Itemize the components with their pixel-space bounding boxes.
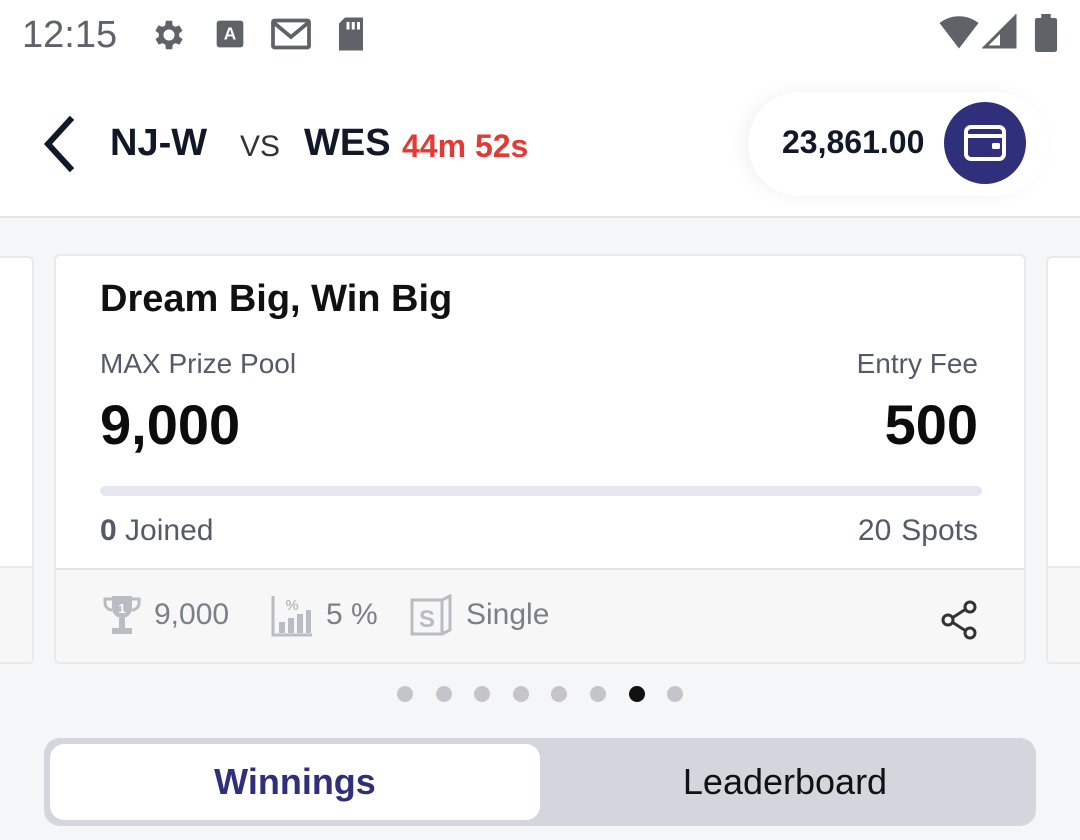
entry-type: Single <box>466 598 550 631</box>
prize-pool-label: MAX Prize Pool <box>100 348 297 379</box>
pager-dot[interactable] <box>474 686 491 702</box>
tab-winnings[interactable]: Winnings <box>50 744 540 820</box>
previous-contest-card[interactable] <box>0 256 34 664</box>
team1-name: NJ-W <box>110 122 208 164</box>
prize-pool-value: 9,000 <box>100 393 241 456</box>
winners-percent-icon: % <box>271 596 312 637</box>
entry-fee-value: 500 <box>884 393 978 456</box>
signal-icon <box>982 14 1017 49</box>
joined-label: Joined <box>125 514 214 547</box>
status-bar: 12:15 A <box>0 0 1080 70</box>
wifi-icon <box>939 16 979 49</box>
gmail-icon <box>271 18 311 50</box>
svg-text:S: S <box>419 606 435 633</box>
entry-fee-label: Entry Fee <box>856 348 978 379</box>
contest-card[interactable]: Dream Big, Win Big MAX Prize Pool Entry … <box>54 254 1026 664</box>
next-contest-card[interactable] <box>1046 256 1080 664</box>
match-countdown: 44m 52s <box>402 128 529 164</box>
svg-text:1: 1 <box>118 601 125 616</box>
gear-icon <box>155 20 183 50</box>
keyboard-a-icon: A <box>216 20 244 48</box>
contest-title: Dream Big, Win Big <box>100 278 453 320</box>
segmented-tabs: Winnings Leaderboard <box>44 738 1036 826</box>
contest-card-footer: 1 9,000 % 5 % S Single <box>56 568 1024 662</box>
spots-label: Spots <box>901 514 978 547</box>
wallet-button[interactable] <box>944 102 1026 184</box>
share-icon[interactable] <box>940 600 980 640</box>
svg-text:%: % <box>285 597 298 614</box>
team2-name: WES <box>304 122 391 164</box>
vs-label: VS <box>240 130 281 163</box>
svg-text:A: A <box>224 23 237 43</box>
pager-dot[interactable] <box>397 686 413 702</box>
single-entry-icon: S <box>410 594 452 636</box>
wallet-balance-pill[interactable]: 23,861.00 <box>748 92 1048 196</box>
tab-leaderboard[interactable]: Leaderboard <box>540 744 1030 820</box>
joined-number: 0 <box>100 514 117 547</box>
spots-progress-bar <box>100 486 982 496</box>
pager-dot[interactable] <box>667 686 684 702</box>
winners-percent: 5 % <box>326 598 378 631</box>
sd-card-icon <box>339 17 363 51</box>
pager-dot[interactable] <box>512 686 529 702</box>
spots-number: 20 <box>857 514 892 547</box>
total-spots: 20 Spots <box>858 514 978 548</box>
joined-count: 0 Joined <box>100 514 213 548</box>
pager-dot[interactable] <box>628 686 645 702</box>
battery-icon <box>1034 14 1058 52</box>
back-arrow-icon[interactable] <box>36 114 86 174</box>
first-prize-amount: 9,000 <box>154 598 230 631</box>
pager-dot[interactable] <box>551 686 568 702</box>
status-time: 12:15 <box>22 14 118 56</box>
pager-dot[interactable] <box>590 686 606 702</box>
carousel-pager <box>0 686 1080 706</box>
trophy-icon: 1 <box>103 596 141 634</box>
match-header: NJ-W VS WES 44m 52s 23,861.00 <box>0 70 1080 218</box>
pager-dot[interactable] <box>435 686 452 702</box>
wallet-balance: 23,861.00 <box>782 124 925 160</box>
wallet-icon <box>964 125 1006 161</box>
